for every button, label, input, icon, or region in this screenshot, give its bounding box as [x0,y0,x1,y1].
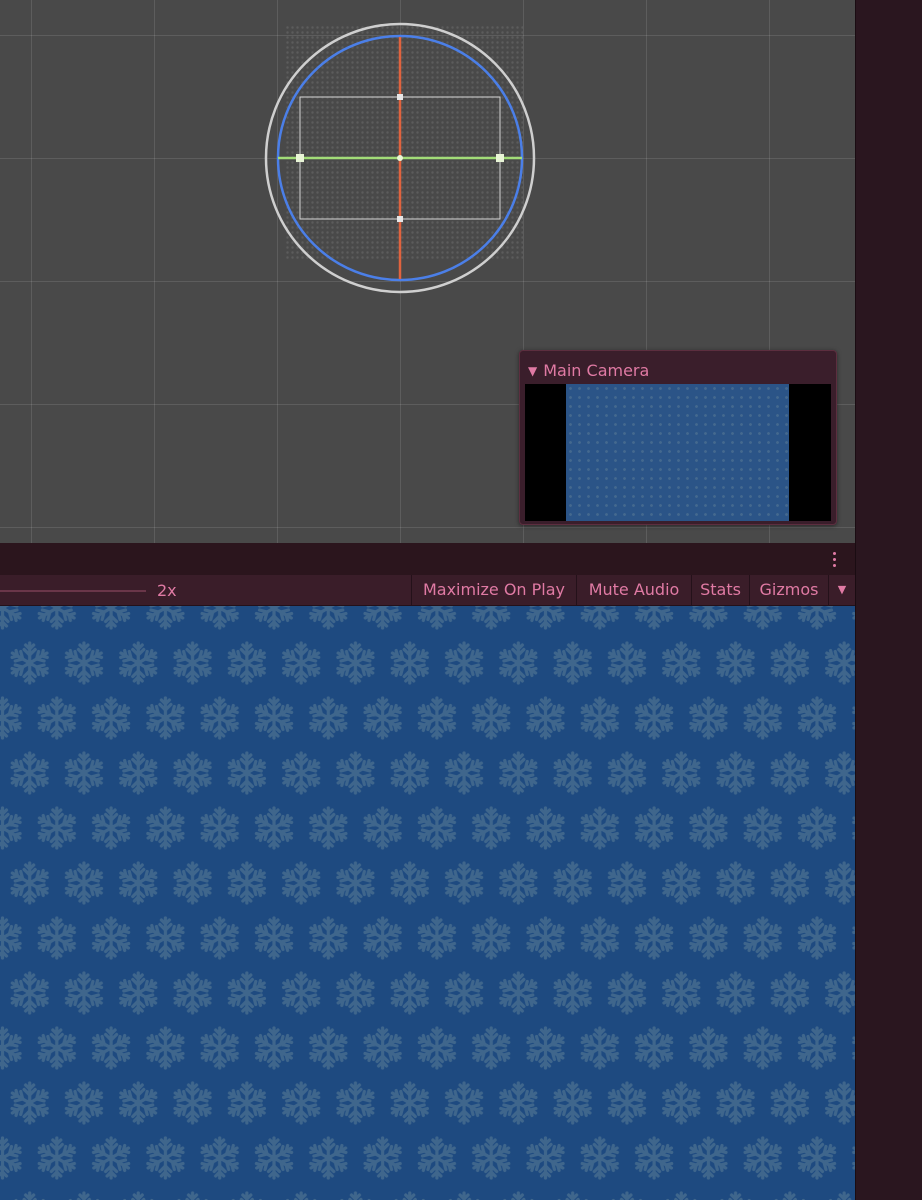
camera-preview-title: Main Camera [543,361,650,380]
camera-preview-window: ▼ Main Camera [519,350,837,525]
right-panel-strip [855,0,922,1200]
scale-label: 2x [157,581,177,600]
game-toolbar: 2x Maximize On Play Mute Audio Stats Giz… [0,575,855,606]
center-handle[interactable] [397,155,403,161]
foldout-triangle-icon[interactable]: ▼ [528,361,537,381]
vertical-ellipsis-icon[interactable] [828,548,840,570]
snowflake-pattern [0,606,855,1200]
bottom-handle[interactable] [397,216,403,222]
camera-preview-viewport [525,384,831,521]
right-handle[interactable] [496,154,504,162]
camera-preview-header[interactable]: ▼ Main Camera [528,361,649,381]
scale-slider[interactable] [0,590,146,592]
maximize-on-play-button[interactable]: Maximize On Play [411,575,576,605]
left-handle[interactable] [296,154,304,162]
stats-button[interactable]: Stats [691,575,749,605]
game-panel-tab-bar [0,543,855,575]
camera-preview-render [566,384,789,521]
gizmos-button[interactable]: Gizmos [749,575,828,605]
mute-audio-button[interactable]: Mute Audio [576,575,691,605]
sprite-bounds-pattern [286,25,523,261]
triangle-down-icon[interactable]: ▼ [828,575,855,605]
top-handle[interactable] [397,94,403,100]
scene-view[interactable]: ▼ Main Camera [0,0,855,543]
game-view[interactable] [0,606,855,1200]
